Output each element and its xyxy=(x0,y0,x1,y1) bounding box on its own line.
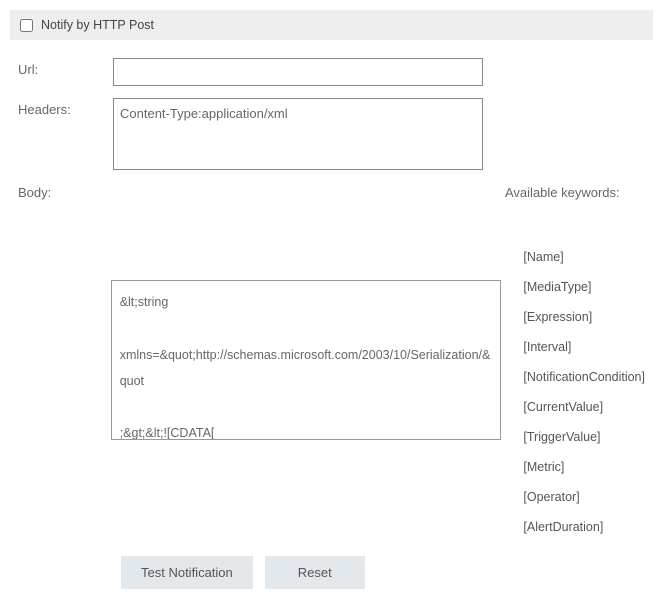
url-input[interactable] xyxy=(113,58,483,86)
keyword-item: [TriggerValue] xyxy=(523,430,645,444)
body-input[interactable] xyxy=(111,280,502,440)
section-header: Notify by HTTP Post xyxy=(10,10,653,40)
keyword-item: [NotificationCondition] xyxy=(523,370,645,384)
keyword-item: [MediaType] xyxy=(523,280,645,294)
keyword-item: [AlertDuration] xyxy=(523,520,645,534)
notify-checkbox[interactable] xyxy=(20,19,33,32)
keyword-item: [CurrentValue] xyxy=(523,400,645,414)
keywords-label: Available keywords: xyxy=(505,185,620,200)
keyword-item: [Name] xyxy=(523,250,645,264)
keyword-item: [Operator] xyxy=(523,490,645,504)
body-label: Body: xyxy=(18,185,113,200)
headers-label: Headers: xyxy=(18,98,113,117)
headers-input[interactable] xyxy=(113,98,483,170)
url-label: Url: xyxy=(18,58,113,77)
keyword-item: [Interval] xyxy=(523,340,645,354)
notify-checkbox-label: Notify by HTTP Post xyxy=(41,18,154,32)
keyword-item: [Metric] xyxy=(523,460,645,474)
keyword-item: [Expression] xyxy=(523,310,645,324)
keywords-list: [Name] [MediaType] [Expression] [Interva… xyxy=(523,250,645,534)
